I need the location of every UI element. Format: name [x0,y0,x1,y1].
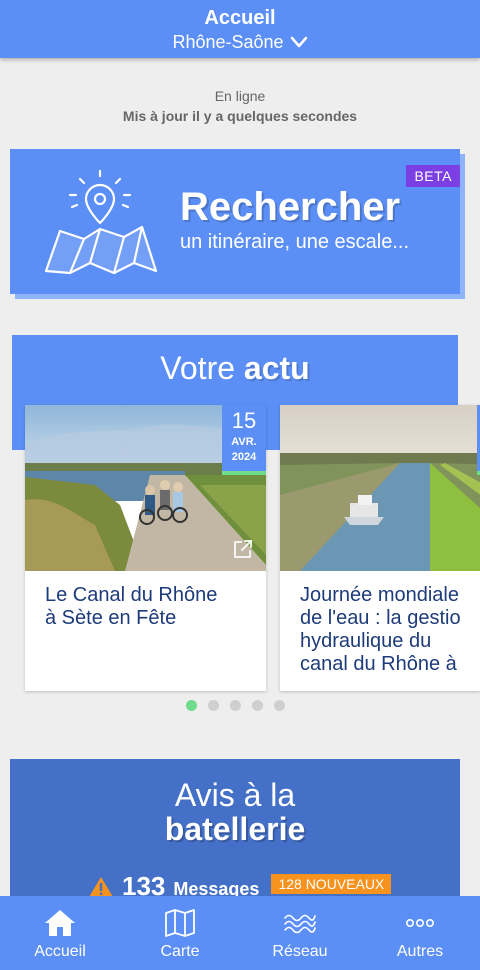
news-date-month: AVR. [231,436,257,448]
nav-label: Accueil [34,943,86,960]
new-messages-badge: 128 NOUVEAUX [271,873,392,894]
connection-status: En ligne [214,88,266,104]
app-header: Accueil Rhône-Saône [0,0,480,58]
region-label: Rhône-Saône [172,32,284,52]
carousel-dot[interactable] [230,700,241,711]
warning-icon [89,876,113,897]
news-date-year: 2024 [231,451,257,463]
news-headline: Journée mondiale de l'eau : la gestio hy… [300,584,461,675]
carousel-dot[interactable] [274,700,285,711]
search-title: Rechercher [180,185,401,229]
avis-title-line1: Avis à la [174,777,296,813]
news-date-day: 15 [231,408,257,433]
chevron-down-icon [290,36,307,48]
home-icon [45,910,75,936]
actu-section-title: Votre actu [12,350,458,387]
news-card[interactable]: 15 AVR. 2024 Le Canal du Rhône à Sète en… [25,405,266,691]
last-updated: Mis à jour il y a quelques secondes [122,108,358,124]
news-photo [280,405,480,571]
carousel-dot[interactable] [208,700,219,711]
region-selector[interactable]: Rhône-Saône [172,31,307,53]
carousel-dot[interactable] [252,700,263,711]
nav-label: Réseau [272,943,328,960]
nav-label: Carte [160,943,200,960]
carousel-pagination [186,700,285,711]
news-headline: Le Canal du Rhône à Sète en Fête [45,584,218,629]
avis-title-line2: batellerie [164,811,306,847]
carousel-dot[interactable] [186,700,197,711]
bottom-navigation: Accueil Carte Réseau Autres [0,896,480,970]
search-card[interactable]: BETA Rechercher un itinéraire, une escal… [10,149,460,294]
news-card[interactable]: Journée mondiale de l'eau : la gestio hy… [280,405,480,691]
page-title: Accueil [204,7,276,29]
nav-item-carte[interactable]: Carte [120,896,240,970]
search-subtitle: un itinéraire, une escale... [180,231,410,253]
beta-badge: BETA [406,165,460,187]
actu-title-strong: actu [243,350,310,386]
nav-label: Autres [396,943,444,960]
sync-status: En ligne Mis à jour il y a quelques seco… [0,86,480,126]
nav-item-accueil[interactable]: Accueil [0,896,120,970]
more-icon [405,919,434,928]
map-pin-icon [44,169,158,275]
external-link-icon [234,540,252,558]
nav-item-autres[interactable]: Autres [360,896,480,970]
nav-item-reseau[interactable]: Réseau [240,896,360,970]
news-date-badge: 15 AVR. 2024 [222,405,266,475]
actu-title-prefix: Votre [160,350,236,386]
map-icon [165,909,195,937]
waves-icon [284,914,316,934]
